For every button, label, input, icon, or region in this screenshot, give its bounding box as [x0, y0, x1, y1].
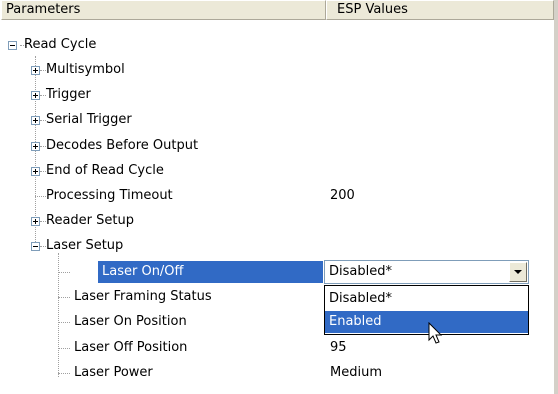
tree-item-label: Processing Timeout: [46, 188, 173, 203]
combo-dropdown-list: Disabled* Enabled: [324, 285, 529, 335]
tree-item-laser-framing-status[interactable]: Laser Framing Status: [74, 285, 212, 309]
tree-item-trigger[interactable]: Trigger: [46, 83, 91, 107]
tree-item-laser-on-off[interactable]: Laser On/Off: [102, 260, 184, 284]
expand-icon[interactable]: [31, 91, 40, 100]
option-enabled[interactable]: Enabled: [325, 311, 528, 333]
tree-item-decodes-before-output[interactable]: Decodes Before Output: [46, 134, 198, 158]
chevron-down-icon[interactable]: [509, 262, 527, 282]
tree-item-label: Laser On Position: [74, 314, 187, 329]
tree-line: [58, 272, 70, 273]
tree-item-label: Laser On/Off: [102, 264, 184, 279]
tree-item-reader-setup[interactable]: Reader Setup: [46, 209, 134, 233]
parameters-column-header[interactable]: Parameters: [1, 0, 326, 20]
tree-item-label: Serial Trigger: [46, 112, 132, 127]
tree-line: [35, 196, 46, 197]
tree-line: [58, 373, 70, 374]
expand-icon[interactable]: [31, 217, 40, 226]
tree-item-laser-off-position[interactable]: Laser Off Position 95: [74, 336, 544, 360]
tree-item-label: Laser Off Position: [74, 340, 188, 355]
tree-line: [58, 322, 70, 323]
combo-selected-value: Disabled*: [329, 264, 392, 279]
collapse-icon[interactable]: [31, 242, 40, 251]
laser-power-value[interactable]: Medium: [330, 361, 382, 385]
tree-item-laser-on-position[interactable]: Laser On Position: [74, 310, 187, 334]
tree-item-label: Read Cycle: [24, 37, 97, 52]
tree-item-label: Trigger: [46, 87, 91, 102]
tree-line: [58, 297, 70, 298]
tree-item-label: Reader Setup: [46, 213, 134, 228]
column-header: Parameters ESP Values: [1, 0, 554, 20]
option-disabled[interactable]: Disabled*: [325, 288, 528, 310]
tree-item-label: End of Read Cycle: [46, 163, 164, 178]
tree-item-multisymbol[interactable]: Multisymbol: [46, 58, 125, 82]
tree-item-label: Laser Power: [74, 365, 153, 380]
expand-icon[interactable]: [31, 167, 40, 176]
expand-icon[interactable]: [31, 116, 40, 125]
collapse-icon[interactable]: [8, 41, 17, 50]
tree-item-laser-power[interactable]: Laser Power Medium: [74, 361, 544, 385]
window-border: [554, 0, 558, 394]
tree-line: [58, 348, 70, 349]
tree-item-serial-trigger[interactable]: Serial Trigger: [46, 108, 132, 132]
mouse-pointer-icon: [428, 322, 443, 344]
esp-values-column-header[interactable]: ESP Values: [326, 0, 554, 20]
tree-item-label: Decodes Before Output: [46, 138, 199, 153]
tree-item-label: Laser Setup: [46, 238, 124, 253]
tree-item-laser-setup[interactable]: Laser Setup: [46, 234, 123, 258]
tree-item-read-cycle[interactable]: Read Cycle: [24, 33, 96, 57]
tree-item-label: Laser Framing Status: [74, 289, 212, 304]
laser-on-off-combobox[interactable]: Disabled*: [324, 260, 529, 284]
processing-timeout-value[interactable]: 200: [330, 184, 355, 208]
expand-icon[interactable]: [31, 142, 40, 151]
expand-icon[interactable]: [31, 66, 40, 75]
laser-off-position-value[interactable]: 95: [330, 336, 347, 360]
tree-item-label: Multisymbol: [46, 62, 125, 77]
tree-item-end-of-read-cycle[interactable]: End of Read Cycle: [46, 159, 164, 183]
tree-item-processing-timeout[interactable]: Processing Timeout 200: [46, 184, 546, 208]
